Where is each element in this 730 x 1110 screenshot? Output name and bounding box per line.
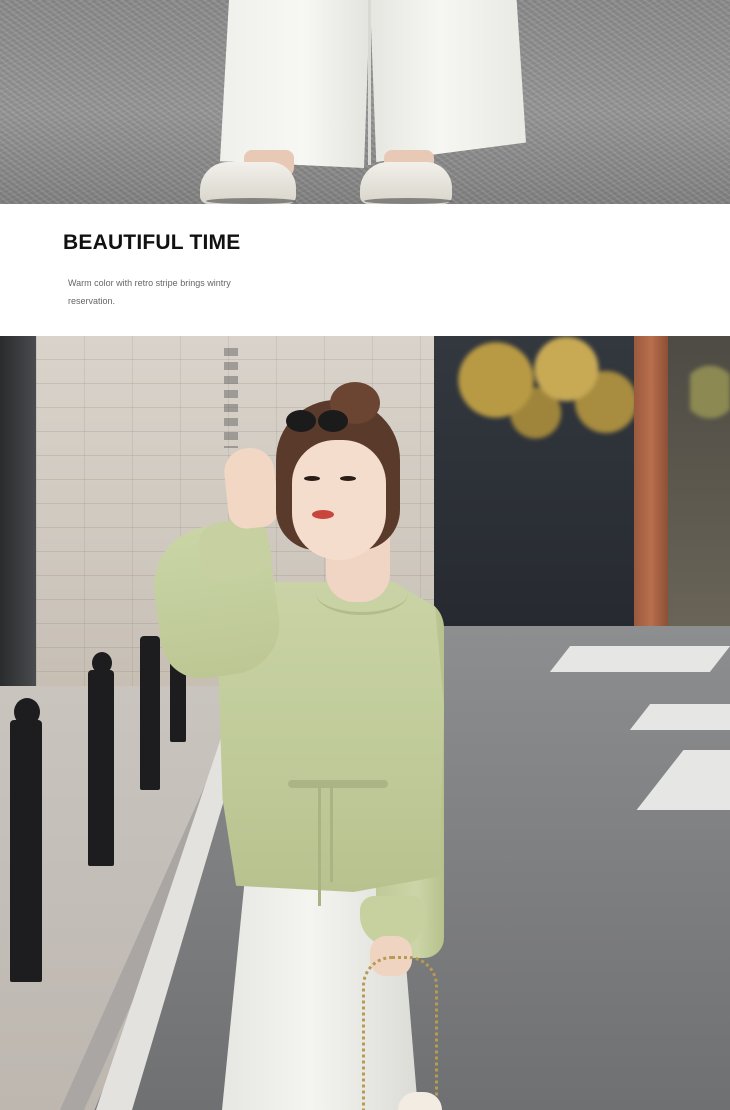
wall-sign [224,348,238,448]
background-right-leaves [690,336,730,476]
tie-string [318,786,321,906]
background-foliage [430,336,650,446]
bag-chain [362,956,438,1110]
eye [340,476,356,481]
model-photo [0,336,730,1110]
waist-tie [288,780,388,788]
bollard [10,720,42,982]
bollard [88,670,114,866]
tie-string [330,786,333,882]
neckline [316,572,408,615]
sunglasses [318,410,348,432]
bollard [140,636,160,790]
crosswalk-stripe [549,646,730,672]
top-photo [0,0,730,204]
face [292,440,386,560]
eye [304,476,320,481]
caption-title: BEAUTIFUL TIME [63,231,241,254]
lips [312,510,334,519]
caption-text-line-1: Warm color with retro stripe brings wint… [68,278,231,288]
trouser-fold [368,0,371,165]
background-red-pillar [634,336,668,636]
trouser-right-leg [370,0,526,162]
sunglasses [286,410,316,432]
trouser-left-leg [220,0,370,168]
caption-band [0,204,730,336]
caption-text-line-2: reservation. [68,296,116,306]
